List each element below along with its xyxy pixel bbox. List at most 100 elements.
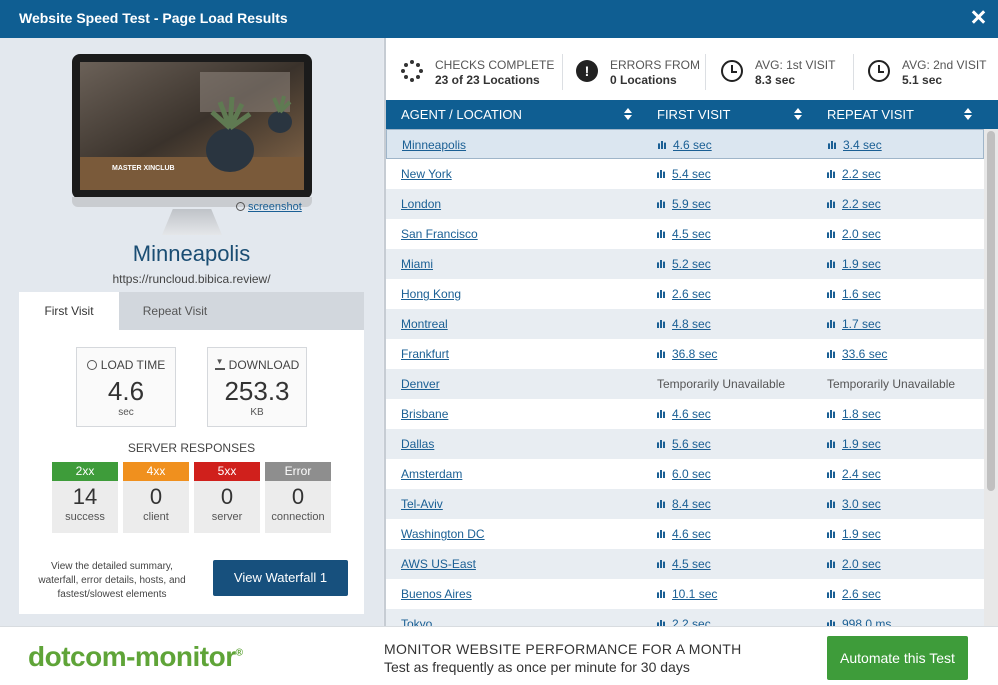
first-visit-value[interactable]: 8.4 sec bbox=[672, 497, 711, 511]
first-visit-cell[interactable]: 6.0 sec bbox=[657, 467, 711, 481]
table-row[interactable]: Denver Temporarily Unavailable Temporarily… bbox=[386, 369, 984, 399]
first-visit-cell[interactable]: 2.6 sec bbox=[657, 287, 711, 301]
table-row[interactable]: Tel-Aviv 8.4 sec 3.0 sec bbox=[386, 489, 984, 519]
repeat-visit-value[interactable]: 2.6 sec bbox=[842, 587, 881, 601]
location-link[interactable]: Dallas bbox=[401, 437, 434, 451]
first-visit-value[interactable]: 6.0 sec bbox=[672, 467, 711, 481]
first-visit-value[interactable]: 4.5 sec bbox=[672, 557, 711, 571]
repeat-visit-value[interactable]: 2.0 sec bbox=[842, 557, 881, 571]
location-link[interactable]: Brisbane bbox=[401, 407, 448, 421]
first-visit-value[interactable]: 4.8 sec bbox=[672, 317, 711, 331]
table-row[interactable]: Montreal 4.8 sec 1.7 sec bbox=[386, 309, 984, 339]
first-visit-value[interactable]: 5.9 sec bbox=[672, 197, 711, 211]
first-visit-value[interactable]: 2.6 sec bbox=[672, 287, 711, 301]
repeat-visit-value[interactable]: 3.0 sec bbox=[842, 497, 881, 511]
location-link[interactable]: Minneapolis bbox=[402, 138, 466, 152]
first-visit-value[interactable]: 4.6 sec bbox=[672, 527, 711, 541]
location-link[interactable]: Frankfurt bbox=[401, 347, 449, 361]
sort-icon[interactable] bbox=[794, 108, 802, 120]
repeat-visit-value[interactable]: 1.8 sec bbox=[842, 407, 881, 421]
view-waterfall-button[interactable]: View Waterfall 1 bbox=[213, 560, 348, 596]
scrollbar-thumb[interactable] bbox=[987, 131, 995, 491]
column-header-first-visit[interactable]: FIRST VISIT bbox=[657, 100, 730, 129]
first-visit-cell[interactable]: 4.8 sec bbox=[657, 317, 711, 331]
repeat-visit-cell[interactable]: 1.9 sec bbox=[827, 437, 881, 451]
repeat-visit-value[interactable]: 998.0 ms bbox=[842, 617, 891, 626]
repeat-visit-value[interactable]: 2.2 sec bbox=[842, 197, 881, 211]
first-visit-value[interactable]: 4.5 sec bbox=[672, 227, 711, 241]
first-visit-cell[interactable]: 36.8 sec bbox=[657, 347, 717, 361]
table-row[interactable]: Minneapolis 4.6 sec 3.4 sec bbox=[386, 129, 984, 159]
sort-icon[interactable] bbox=[964, 108, 972, 120]
location-link[interactable]: Tokyo bbox=[401, 617, 432, 626]
location-link[interactable]: New York bbox=[401, 167, 452, 181]
repeat-visit-value[interactable]: 1.9 sec bbox=[842, 527, 881, 541]
screenshot-link[interactable]: screenshot bbox=[236, 201, 302, 213]
first-visit-value[interactable]: 10.1 sec bbox=[672, 587, 717, 601]
table-row[interactable]: Amsterdam 6.0 sec 2.4 sec bbox=[386, 459, 984, 489]
location-link[interactable]: Amsterdam bbox=[401, 467, 462, 481]
first-visit-cell[interactable]: 4.5 sec bbox=[657, 227, 711, 241]
first-visit-value[interactable]: 4.6 sec bbox=[673, 138, 712, 152]
automate-test-button[interactable]: Automate this Test bbox=[827, 636, 968, 680]
table-row[interactable]: Washington DC 4.6 sec 1.9 sec bbox=[386, 519, 984, 549]
repeat-visit-cell[interactable]: 2.6 sec bbox=[827, 587, 881, 601]
repeat-visit-cell[interactable]: 1.6 sec bbox=[827, 287, 881, 301]
close-icon[interactable] bbox=[970, 9, 986, 25]
repeat-visit-cell[interactable]: 1.9 sec bbox=[827, 257, 881, 271]
first-visit-value[interactable]: 5.4 sec bbox=[672, 167, 711, 181]
repeat-visit-cell[interactable]: 3.0 sec bbox=[827, 497, 881, 511]
first-visit-cell[interactable]: 4.6 sec bbox=[657, 407, 711, 421]
first-visit-value[interactable]: 5.2 sec bbox=[672, 257, 711, 271]
repeat-visit-cell[interactable]: 2.0 sec bbox=[827, 557, 881, 571]
repeat-visit-value[interactable]: 1.7 sec bbox=[842, 317, 881, 331]
first-visit-value[interactable]: 5.6 sec bbox=[672, 437, 711, 451]
table-row[interactable]: Brisbane 4.6 sec 1.8 sec bbox=[386, 399, 984, 429]
repeat-visit-cell[interactable]: 3.4 sec bbox=[828, 138, 882, 152]
page-screenshot-thumbnail[interactable]: MASTER XINCLUB bbox=[80, 62, 304, 190]
repeat-visit-cell[interactable]: 33.6 sec bbox=[827, 347, 887, 361]
location-link[interactable]: San Francisco bbox=[401, 227, 478, 241]
location-link[interactable]: Buenos Aires bbox=[401, 587, 472, 601]
table-row[interactable]: San Francisco 4.5 sec 2.0 sec bbox=[386, 219, 984, 249]
location-link[interactable]: Tel-Aviv bbox=[401, 497, 443, 511]
location-link[interactable]: Montreal bbox=[401, 317, 448, 331]
table-row[interactable]: Buenos Aires 10.1 sec 2.6 sec bbox=[386, 579, 984, 609]
location-link[interactable]: Denver bbox=[401, 377, 440, 391]
first-visit-cell[interactable]: 10.1 sec bbox=[657, 587, 717, 601]
first-visit-cell[interactable]: 5.6 sec bbox=[657, 437, 711, 451]
repeat-visit-cell[interactable]: 2.4 sec bbox=[827, 467, 881, 481]
first-visit-value[interactable]: 2.2 sec bbox=[672, 617, 711, 626]
repeat-visit-cell[interactable]: 2.2 sec bbox=[827, 197, 881, 211]
table-row[interactable]: Hong Kong 2.6 sec 1.6 sec bbox=[386, 279, 984, 309]
repeat-visit-cell[interactable]: 1.8 sec bbox=[827, 407, 881, 421]
repeat-visit-value[interactable]: 1.6 sec bbox=[842, 287, 881, 301]
location-link[interactable]: AWS US-East bbox=[401, 557, 476, 571]
table-row[interactable]: AWS US-East 4.5 sec 2.0 sec bbox=[386, 549, 984, 579]
column-header-repeat-visit[interactable]: REPEAT VISIT bbox=[827, 100, 914, 129]
repeat-visit-cell[interactable]: 2.2 sec bbox=[827, 167, 881, 181]
first-visit-cell[interactable]: 8.4 sec bbox=[657, 497, 711, 511]
tab-first-visit[interactable]: First Visit bbox=[19, 292, 119, 330]
first-visit-cell[interactable]: 5.4 sec bbox=[657, 167, 711, 181]
first-visit-value[interactable]: 4.6 sec bbox=[672, 407, 711, 421]
first-visit-cell[interactable]: 4.6 sec bbox=[657, 527, 711, 541]
repeat-visit-cell[interactable]: 1.9 sec bbox=[827, 527, 881, 541]
table-row[interactable]: Tokyo 2.2 sec 998.0 ms bbox=[386, 609, 984, 626]
first-visit-cell[interactable]: 2.2 sec bbox=[657, 617, 711, 626]
repeat-visit-value[interactable]: 2.0 sec bbox=[842, 227, 881, 241]
dotcom-monitor-logo[interactable]: dotcom-monitor® bbox=[28, 641, 243, 673]
repeat-visit-cell[interactable]: 2.0 sec bbox=[827, 227, 881, 241]
repeat-visit-cell[interactable]: 1.7 sec bbox=[827, 317, 881, 331]
sort-icon[interactable] bbox=[624, 108, 632, 120]
location-link[interactable]: Washington DC bbox=[401, 527, 485, 541]
repeat-visit-value[interactable]: 1.9 sec bbox=[842, 437, 881, 451]
table-row[interactable]: London 5.9 sec 2.2 sec bbox=[386, 189, 984, 219]
first-visit-cell[interactable]: 5.9 sec bbox=[657, 197, 711, 211]
table-row[interactable]: Frankfurt 36.8 sec 33.6 sec bbox=[386, 339, 984, 369]
repeat-visit-value[interactable]: 2.2 sec bbox=[842, 167, 881, 181]
table-row[interactable]: New York 5.4 sec 2.2 sec bbox=[386, 159, 984, 189]
repeat-visit-value[interactable]: 1.9 sec bbox=[842, 257, 881, 271]
first-visit-cell[interactable]: 5.2 sec bbox=[657, 257, 711, 271]
column-header-location[interactable]: AGENT / LOCATION bbox=[401, 100, 522, 129]
